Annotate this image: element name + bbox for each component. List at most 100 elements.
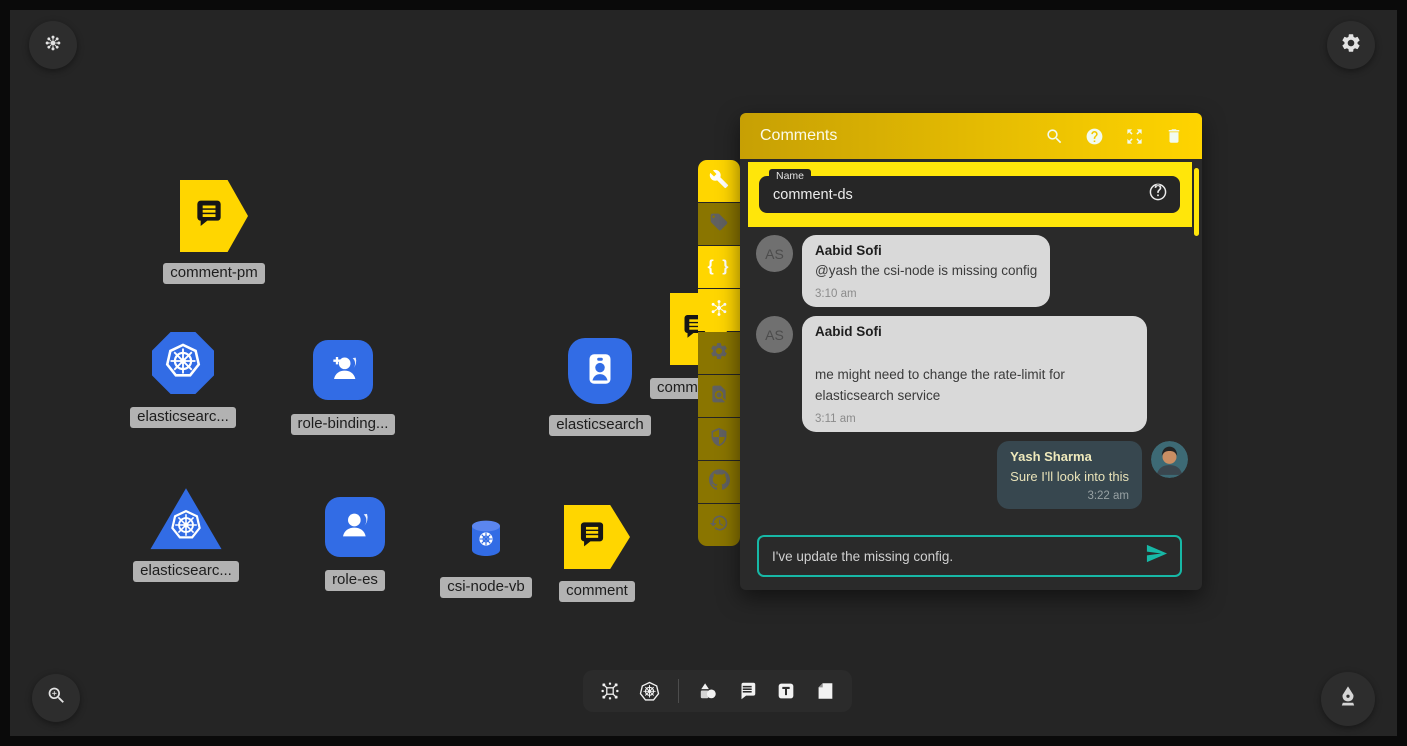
chat-input-container xyxy=(757,535,1182,577)
chat-message-input[interactable] xyxy=(772,549,1137,564)
kubernetes-icon[interactable] xyxy=(638,680,661,703)
user-plus-icon xyxy=(323,348,363,393)
node-comment-pm[interactable]: comment-pm xyxy=(144,180,284,284)
security-button[interactable] xyxy=(698,418,740,460)
kubernetes-wheel-icon xyxy=(161,339,205,388)
json-button[interactable]: { } xyxy=(698,246,740,288)
user-icon xyxy=(335,505,375,550)
node-comment[interactable]: comment xyxy=(532,505,662,602)
shape-toolbar xyxy=(583,670,852,712)
node-elasticsearch-serviceaccount[interactable]: elasticsearch xyxy=(535,338,665,436)
node-role-es[interactable]: role-es xyxy=(290,497,420,591)
service-account-icon xyxy=(579,348,621,395)
app-window: comment-pm elasticsearc... role-binding.… xyxy=(0,0,1407,746)
avatar-photo xyxy=(1151,441,1188,478)
configure-button[interactable] xyxy=(698,160,740,202)
history-icon xyxy=(709,513,729,538)
panel-scrollbar-thumb[interactable] xyxy=(1194,168,1199,236)
wrench-icon xyxy=(709,169,729,194)
message-text: @yash the csi-node is missing config xyxy=(815,261,1037,281)
zoom-in-button[interactable] xyxy=(32,674,80,722)
github-icon xyxy=(709,469,730,495)
file-search-icon xyxy=(709,384,729,409)
message-author: Aabid Sofi xyxy=(815,243,1037,258)
node-label: role-binding... xyxy=(291,414,396,435)
message-time: 3:22 am xyxy=(1010,490,1129,502)
gear-icon xyxy=(1340,32,1362,59)
pen-tool-button[interactable] xyxy=(1321,672,1375,726)
comment-icon xyxy=(189,194,229,239)
rounded-square-shape xyxy=(325,497,385,557)
shapes-icon[interactable] xyxy=(696,680,719,703)
comment-flag-shape xyxy=(564,505,630,569)
badge-shape xyxy=(568,338,632,404)
avatar: AS xyxy=(756,316,793,353)
rounded-square-shape xyxy=(313,340,373,400)
note-tool-icon[interactable] xyxy=(814,680,836,702)
node-label: elasticsearch xyxy=(549,415,651,436)
message-text: me might need to change the rate-limit f… xyxy=(815,365,1134,406)
message-bubble: Aabid Sofi @yash the csi-node is missing… xyxy=(802,235,1050,307)
avatar: AS xyxy=(756,235,793,272)
comment-flag-shape xyxy=(180,180,248,252)
node-label: elasticsearc... xyxy=(130,407,236,428)
comments-panel: Comments Name AS Aabid Sofi @yash the cs… xyxy=(740,113,1202,590)
message-time: 3:11 am xyxy=(815,413,1134,425)
zoom-in-icon xyxy=(46,685,67,711)
cylinder-shape xyxy=(469,519,503,562)
name-field-section: Name xyxy=(748,162,1192,227)
message-time: 3:10 am xyxy=(815,288,1037,300)
comment-tool-icon[interactable] xyxy=(736,680,758,702)
send-icon[interactable] xyxy=(1145,542,1168,570)
toolbar-divider xyxy=(678,679,679,703)
name-input[interactable] xyxy=(773,187,1140,203)
inspect-button[interactable] xyxy=(698,375,740,417)
design-canvas[interactable]: comment-pm elasticsearc... role-binding.… xyxy=(10,10,1397,736)
triangle-shape xyxy=(149,487,223,551)
context-toolbar: { } xyxy=(698,160,740,546)
app-hub-icon xyxy=(43,33,63,58)
message-row: AS Aabid Sofi me might need to change th… xyxy=(756,316,1188,432)
braces-icon: { } xyxy=(708,258,731,276)
kubernetes-wheel-icon xyxy=(469,519,503,562)
node-elasticsearch-octagon[interactable]: elasticsearc... xyxy=(118,332,248,428)
comments-panel-header[interactable]: Comments xyxy=(740,113,1202,159)
message-bubble: Yash Sharma Sure I'll look into this 3:2… xyxy=(997,441,1142,510)
kubernetes-wheel-icon xyxy=(167,506,205,549)
pen-nib-icon xyxy=(1335,684,1361,715)
gear-icon xyxy=(709,341,729,366)
node-label: role-es xyxy=(325,570,385,591)
name-field-label: Name xyxy=(769,169,811,184)
app-hub-button[interactable] xyxy=(29,21,77,69)
node-label: comment-pm xyxy=(163,263,265,284)
help-icon[interactable] xyxy=(1085,127,1104,146)
message-row: AS Aabid Sofi @yash the csi-node is miss… xyxy=(756,235,1188,307)
message-text: Sure I'll look into this xyxy=(1010,467,1129,487)
expand-icon[interactable] xyxy=(1125,127,1144,146)
node-label: elasticsearc... xyxy=(133,561,239,582)
history-button[interactable] xyxy=(698,504,740,546)
search-icon[interactable] xyxy=(1045,127,1064,146)
field-help-icon[interactable] xyxy=(1148,182,1168,207)
components-icon[interactable] xyxy=(599,680,621,702)
labels-button[interactable] xyxy=(698,203,740,245)
panel-title: Comments xyxy=(760,127,1045,145)
message-bubble: Aabid Sofi me might need to change the r… xyxy=(802,316,1147,432)
node-label: comment xyxy=(559,581,635,602)
octagon-shape xyxy=(152,332,214,394)
node-label: csi-node-vb xyxy=(440,577,532,598)
message-author: Yash Sharma xyxy=(1010,449,1129,464)
settings-button-toolbar[interactable] xyxy=(698,332,740,374)
github-button[interactable] xyxy=(698,461,740,503)
settings-button[interactable] xyxy=(1327,21,1375,69)
node-elasticsearch-triangle[interactable]: elasticsearc... xyxy=(121,487,251,582)
spacer xyxy=(815,342,1134,365)
kubernetes-icon xyxy=(708,297,730,324)
text-tool-icon[interactable] xyxy=(775,680,797,702)
node-role-binding[interactable]: role-binding... xyxy=(278,340,408,435)
kubernetes-button[interactable] xyxy=(698,289,740,331)
comment-icon xyxy=(573,516,611,559)
shield-icon xyxy=(709,427,729,452)
message-row: Yash Sharma Sure I'll look into this 3:2… xyxy=(756,441,1188,510)
delete-icon[interactable] xyxy=(1165,127,1183,145)
